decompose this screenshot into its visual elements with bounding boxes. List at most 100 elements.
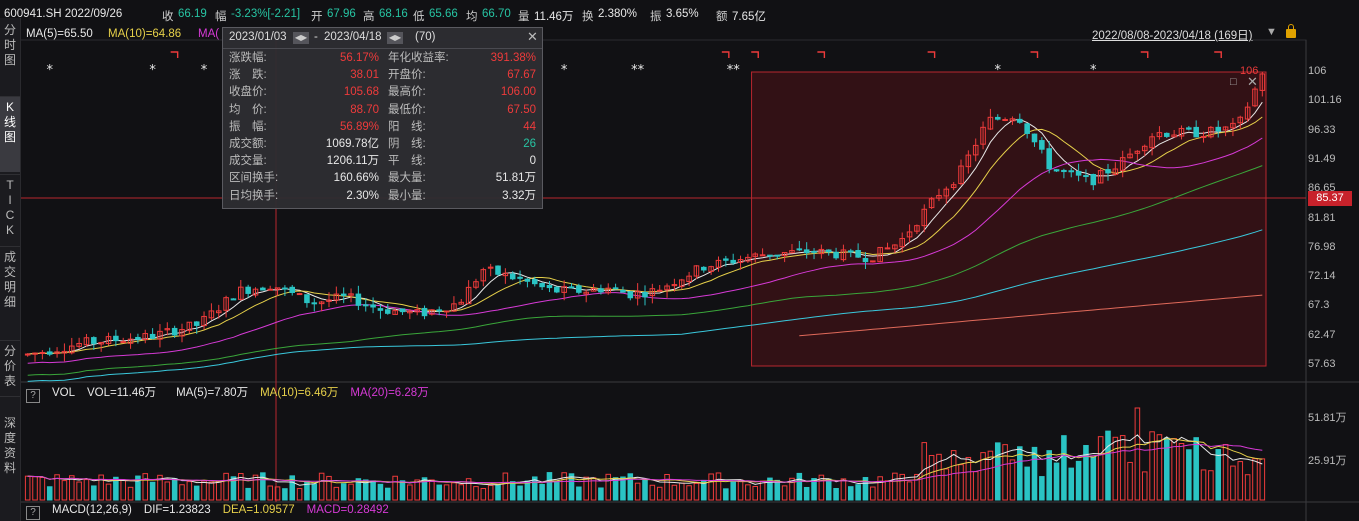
price-axis-tick: 101.16 <box>1308 94 1342 107</box>
popup-stat-label: 平 线: <box>388 155 426 168</box>
popup-header: 2023/01/03 ◀▶ - 2023/04/18 ◀▶ (70) ✕ <box>223 28 542 49</box>
volume-bar <box>994 442 1001 501</box>
signal-marker <box>817 51 826 58</box>
selection-box <box>751 71 1267 367</box>
volume-bar <box>385 487 391 501</box>
popup-end-date[interactable]: 2023/04/18 <box>324 31 382 43</box>
volume-bar <box>958 464 964 501</box>
volume-bar <box>671 484 678 501</box>
volume-bar <box>39 477 46 501</box>
start-date-stepper-icon[interactable]: ◀▶ <box>293 32 309 44</box>
volume-bar <box>1083 445 1089 501</box>
volume-bar <box>1141 471 1148 501</box>
volume-bar <box>1259 458 1266 501</box>
selection-close-icon[interactable]: ✕ <box>1247 74 1258 90</box>
volume-bar <box>443 484 450 501</box>
volume-bar <box>928 454 935 501</box>
end-date-stepper-icon[interactable]: ◀▶ <box>387 32 403 44</box>
candle-body <box>135 336 141 340</box>
low-value: 65.66 <box>429 8 458 20</box>
volume-bar <box>568 473 575 501</box>
candle-body <box>436 309 443 312</box>
volume-bar <box>32 476 38 501</box>
volume-bar <box>1171 438 1177 501</box>
volume-bar <box>796 472 803 501</box>
volume-bar <box>1215 449 1222 501</box>
sidebar-item-tick[interactable]: TICK <box>0 178 20 242</box>
candle-body <box>1046 148 1052 170</box>
macd-help-icon[interactable]: ? <box>26 506 40 520</box>
popup-stat-value: 88.70 <box>350 103 379 116</box>
sidebar-item-price-table[interactable]: 分价表 <box>0 344 20 394</box>
volume-bar <box>1156 434 1163 501</box>
volume-bar <box>730 481 736 501</box>
volume-bar <box>678 482 685 501</box>
volume-bar <box>825 478 832 501</box>
macd-dea: DEA=1.09577 <box>222 504 295 516</box>
range-dropdown-icon[interactable]: ▼ <box>1266 26 1277 38</box>
kline-chart[interactable]: 106* * * * ** ** * * <box>0 0 1359 521</box>
maximize-icon[interactable]: □ <box>1230 76 1237 88</box>
popup-close-icon[interactable]: ✕ <box>527 29 538 45</box>
volume-bar <box>127 486 134 501</box>
popup-stat-value: 1069.78亿 <box>325 138 379 150</box>
candle-body <box>994 116 1001 120</box>
volume-ma5: MA(5)=7.80万 <box>176 387 249 399</box>
volume-bar <box>1105 430 1111 501</box>
volume-help-icon[interactable]: ? <box>26 389 40 403</box>
candle-body <box>833 251 839 259</box>
candle-body <box>193 321 200 326</box>
volume-bar <box>524 480 531 501</box>
sidebar-item-trade-detail[interactable]: 成交明细 <box>0 250 20 316</box>
popup-stat-value: 56.89% <box>339 120 379 133</box>
view-sidebar: 分时图 K线图 TICK 成交明细 分价表 深度资料 <box>0 18 21 521</box>
popup-stat-row: 区间换手: 160.66% <box>229 170 379 186</box>
sidebar-item-kline[interactable]: K线图 <box>0 97 20 172</box>
avg-value: 66.70 <box>482 8 511 20</box>
volume-ma10: MA(10)=6.46万 <box>260 387 339 399</box>
candle-body <box>120 341 126 344</box>
candle-body <box>1090 173 1097 186</box>
volume-bar <box>193 485 200 501</box>
volume-bar <box>649 484 656 501</box>
candle-body <box>282 287 288 290</box>
crosshair-price-tag: 85.37 <box>1308 191 1352 206</box>
high-value: 68.16 <box>379 8 408 20</box>
volume-bar <box>142 473 149 501</box>
event-marker: * <box>46 63 53 78</box>
popup-stat-value: 1206.11万 <box>326 155 379 168</box>
sidebar-item-depth-info[interactable]: 深度资料 <box>0 416 20 488</box>
volume-bar <box>906 481 913 501</box>
volume-axis-mid: 25.91万 <box>1308 455 1347 467</box>
volume-bar <box>436 484 443 501</box>
popup-start-date[interactable]: 2023/01/03 <box>229 31 287 43</box>
candle-body <box>767 254 773 257</box>
candle-body <box>113 335 119 342</box>
candle-body <box>811 250 817 253</box>
candle-body <box>554 286 560 293</box>
lock-icon[interactable] <box>1286 24 1296 38</box>
candle-body <box>598 288 604 293</box>
candle-body <box>701 266 707 271</box>
candle-body <box>642 291 648 298</box>
date-range-selector[interactable]: 2022/08/08-2023/04/18 (169日) <box>1092 27 1252 43</box>
volume-bar <box>774 479 781 501</box>
popup-stat-label: 成交额: <box>229 138 267 150</box>
macd-value: MACD=0.28492 <box>306 504 389 516</box>
candle-body <box>656 289 663 292</box>
volume-bar <box>333 486 340 501</box>
volume-bar <box>1068 467 1075 501</box>
turnover-value: 2.380% <box>598 8 638 20</box>
volume-bar <box>759 480 766 501</box>
volume-bar <box>495 483 501 501</box>
price-axis-tick: 72.14 <box>1308 270 1336 283</box>
signal-marker <box>1214 51 1222 58</box>
sidebar-item-intraday[interactable]: 分时图 <box>0 20 20 73</box>
candle-body <box>723 258 729 261</box>
volume-value: VOL=11.46万 <box>87 387 157 399</box>
signal-marker <box>1140 51 1149 58</box>
avg-label: 均 <box>466 11 478 23</box>
volume-bar <box>480 488 487 501</box>
volume-bar <box>737 479 744 501</box>
volume-bar <box>1186 449 1192 501</box>
